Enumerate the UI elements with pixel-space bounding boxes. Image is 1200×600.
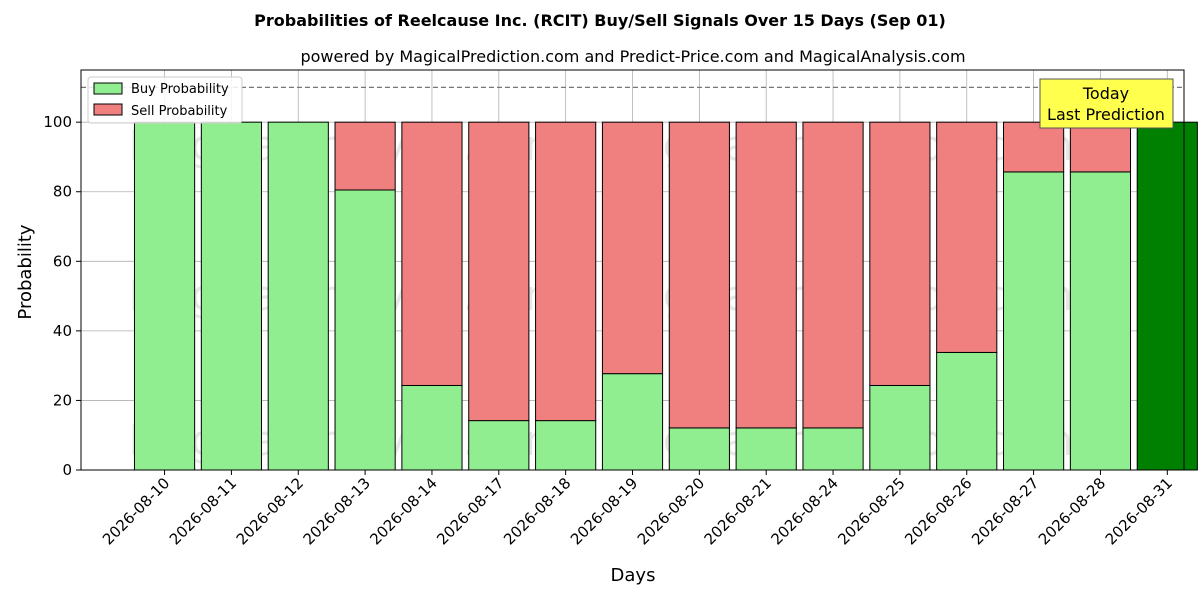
y-tick-label: 20 xyxy=(53,391,72,409)
x-tick-label: 2026-08-27 xyxy=(968,474,1042,548)
annotation-line-today: Today xyxy=(1082,84,1129,103)
legend: Buy Probability Sell Probability xyxy=(87,76,243,124)
bar-sell xyxy=(802,121,864,429)
y-axis-ticks: 0 20 40 60 80 100 xyxy=(43,113,81,479)
bar-sell xyxy=(869,121,931,386)
y-tick-label: 60 xyxy=(53,252,72,270)
bar-sell xyxy=(401,121,463,386)
bar-sell xyxy=(1069,121,1132,173)
bar-buy xyxy=(735,427,797,471)
x-tick-label: 2026-08-28 xyxy=(1035,474,1109,548)
bar-buy xyxy=(869,384,931,471)
bar-buy xyxy=(1136,121,1198,471)
x-axis-label: Days xyxy=(611,565,656,586)
y-tick-label: 0 xyxy=(62,461,72,479)
bar-buy xyxy=(468,420,530,471)
bar-buy xyxy=(133,121,196,471)
bar-buy xyxy=(401,384,463,471)
y-tick-label: 80 xyxy=(53,183,72,201)
x-tick-label: 2026-08-17 xyxy=(433,474,507,548)
legend-label-sell: Sell Probability xyxy=(131,104,228,119)
x-tick-label: 2026-08-12 xyxy=(233,474,307,548)
chart-subtitle: powered by MagicalPrediction.com and Pre… xyxy=(300,47,965,66)
bar-buy xyxy=(200,121,262,471)
x-tick-label: 2026-08-31 xyxy=(1102,474,1176,548)
bar-sell xyxy=(601,121,664,375)
x-tick-label: 2026-08-11 xyxy=(166,474,240,548)
x-tick-label: 2026-08-26 xyxy=(901,474,975,548)
bar-sell xyxy=(735,121,797,429)
bar-buy xyxy=(668,427,730,471)
bar-buy xyxy=(802,427,864,471)
bar-sell xyxy=(468,121,530,422)
bar-buy xyxy=(1003,171,1065,471)
bar-buy xyxy=(936,351,998,471)
y-tick-label: 100 xyxy=(43,113,72,131)
y-tick-label: 40 xyxy=(53,322,72,340)
x-tick-label: 2026-08-19 xyxy=(567,474,641,548)
x-axis-ticks: 2026-08-102026-08-112026-08-122026-08-13… xyxy=(99,470,1176,548)
bar-sell xyxy=(334,121,396,191)
annotation-line-last-prediction: Last Prediction xyxy=(1047,105,1165,124)
x-tick-label: 2026-08-24 xyxy=(767,474,841,548)
bar-buy xyxy=(334,189,396,471)
probability-chart: Probabilities of Reelcause Inc. (RCIT) B… xyxy=(15,11,1198,586)
legend-swatch-buy xyxy=(93,82,123,95)
x-tick-label: 2026-08-21 xyxy=(701,474,775,548)
today-annotation: Today Last Prediction xyxy=(1039,78,1174,129)
y-axis-label: Probability xyxy=(15,224,36,319)
bar-buy xyxy=(1069,171,1132,471)
legend-label-buy: Buy Probability xyxy=(131,82,229,97)
chart-title: Probabilities of Reelcause Inc. (RCIT) B… xyxy=(254,11,946,30)
x-tick-label: 2026-08-25 xyxy=(834,474,908,548)
x-tick-label: 2026-08-14 xyxy=(366,474,440,548)
bar-buy xyxy=(267,121,329,471)
x-tick-label: 2026-08-10 xyxy=(99,474,173,548)
legend-swatch-sell xyxy=(93,103,123,116)
bar-sell xyxy=(936,121,998,353)
x-tick-label: 2026-08-20 xyxy=(634,474,708,548)
x-tick-label: 2026-08-13 xyxy=(300,474,374,548)
bar-sell xyxy=(1003,121,1065,173)
bar-sell xyxy=(668,121,730,429)
bar-sell xyxy=(535,121,597,422)
x-tick-label: 2026-08-18 xyxy=(500,474,574,548)
bar-buy xyxy=(601,373,664,471)
bar-buy xyxy=(535,420,597,471)
